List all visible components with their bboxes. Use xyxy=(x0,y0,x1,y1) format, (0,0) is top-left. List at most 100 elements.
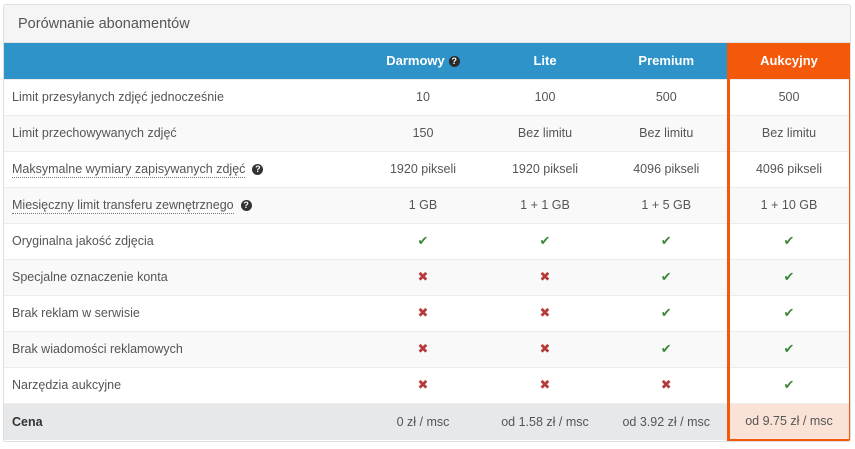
comparison-table: Darmowy? Lite Premium Aukcyjny Limit prz… xyxy=(4,43,850,441)
plan-value-cell: ✔ xyxy=(484,222,606,259)
plan-value-cell: ✔ xyxy=(726,366,850,403)
feature-label-cell: Oryginalna jakość zdjęcia xyxy=(4,222,362,259)
plan-value-cell: ✖ xyxy=(362,330,484,367)
check-icon: ✔ xyxy=(783,233,795,248)
plan-value-cell: 1 GB xyxy=(362,186,484,223)
feature-label[interactable]: Miesięczny limit transferu zewnętrznego xyxy=(12,198,234,214)
plan-value-cell: 1920 pikseli xyxy=(362,150,484,187)
plan-value-cell: Bez limitu xyxy=(606,114,728,151)
check-icon: ✔ xyxy=(660,233,672,248)
plan-value-cell: 10 xyxy=(362,78,484,115)
table-row: Oryginalna jakość zdjęcia ✔ ✔ ✔ ✔ xyxy=(4,222,850,259)
plan-value-cell: ✔ xyxy=(606,258,728,295)
feature-label: Brak reklam w serwisie xyxy=(12,306,140,320)
table-row: Limit przechowywanych zdjęć 150 Bez limitu… xyxy=(4,114,850,151)
plan-value: 10 xyxy=(416,90,430,104)
plan-value-cell: Bez limitu xyxy=(726,114,850,151)
feature-label-cell: Maksymalne wymiary zapisywanych zdjęć? xyxy=(4,150,362,187)
question-circle-icon[interactable]: ? xyxy=(240,200,252,211)
plan-header-aukcyjny: Aukcyjny xyxy=(726,43,850,79)
plan-value: 1 GB xyxy=(408,198,438,212)
plan-value-cell: 500 xyxy=(606,78,728,115)
plan-value-cell: ✔ xyxy=(606,222,728,259)
plan-value-cell: 4096 pikseli xyxy=(726,150,850,187)
plan-value: 1 + 10 GB xyxy=(760,198,818,212)
plan-value-cell: 100 xyxy=(484,78,606,115)
plan-header-darmowy: Darmowy? xyxy=(362,43,484,79)
feature-label: Limit przesyłanych zdjęć jednocześnie xyxy=(12,90,224,104)
plan-value-cell: ✖ xyxy=(484,330,606,367)
cross-icon: ✖ xyxy=(539,341,551,356)
check-icon: ✔ xyxy=(783,269,795,284)
plan-value-cell: 1920 pikseli xyxy=(484,150,606,187)
feature-label: Oryginalna jakość zdjęcia xyxy=(12,234,154,248)
plan-value-cell: ✔ xyxy=(362,222,484,259)
feature-label: Specjalne oznaczenie konta xyxy=(12,270,168,284)
plan-name: Darmowy xyxy=(386,53,445,69)
plan-value-cell: ✖ xyxy=(362,294,484,331)
plan-value-cell: ✔ xyxy=(726,222,850,259)
plan-value-cell: 1 + 10 GB xyxy=(726,186,850,223)
plan-name: Premium xyxy=(638,53,695,69)
question-circle-icon[interactable]: ? xyxy=(252,164,264,175)
plan-value-cell: ✔ xyxy=(606,294,728,331)
plan-value: 1 + 1 GB xyxy=(520,198,570,212)
check-icon: ✔ xyxy=(539,233,551,248)
feature-label[interactable]: Maksymalne wymiary zapisywanych zdjęć xyxy=(12,162,246,178)
cross-icon: ✖ xyxy=(660,377,672,392)
plan-value: 4096 pikseli xyxy=(755,162,822,176)
feature-label-cell: Brak reklam w serwisie xyxy=(4,294,362,331)
plan-header-lite: Lite xyxy=(484,43,606,79)
plan-name: Lite xyxy=(533,53,557,69)
table-row: Narzędzia aukcyjne ✖ ✖ ✖ ✔ xyxy=(4,366,850,403)
feature-label-cell: Limit przesyłanych zdjęć jednocześnie xyxy=(4,78,362,115)
plan-price: od 9.75 zł / msc xyxy=(726,402,850,441)
feature-column-header xyxy=(4,43,362,79)
plan-price: od 3.92 zł / msc xyxy=(606,402,728,440)
plan-value-cell: ✖ xyxy=(484,294,606,331)
plan-name: Aukcyjny xyxy=(760,53,818,69)
check-icon: ✔ xyxy=(660,305,672,320)
plan-header-premium: Premium xyxy=(606,43,728,79)
feature-label-cell: Brak wiadomości reklamowych xyxy=(4,330,362,367)
check-icon: ✔ xyxy=(417,233,429,248)
cross-icon: ✖ xyxy=(539,377,551,392)
plan-value-cell: 4096 pikseli xyxy=(606,150,728,187)
check-icon: ✔ xyxy=(783,377,795,392)
plan-value-cell: 150 xyxy=(362,114,484,151)
cross-icon: ✖ xyxy=(417,341,429,356)
plan-value-cell: ✖ xyxy=(362,366,484,403)
check-icon: ✔ xyxy=(660,341,672,356)
table-row: Brak reklam w serwisie ✖ ✖ ✔ ✔ xyxy=(4,294,850,331)
plan-value: 1 + 5 GB xyxy=(641,198,692,212)
cross-icon: ✖ xyxy=(417,305,429,320)
table-row: Specjalne oznaczenie konta ✖ ✖ ✔ ✔ xyxy=(4,258,850,295)
price-label: Cena xyxy=(4,402,362,440)
check-icon: ✔ xyxy=(783,305,795,320)
table-row: Brak wiadomości reklamowych ✖ ✖ ✔ ✔ xyxy=(4,330,850,367)
feature-label: Brak wiadomości reklamowych xyxy=(12,342,183,356)
question-circle-icon[interactable]: ? xyxy=(448,56,460,68)
cross-icon: ✖ xyxy=(539,305,551,320)
check-icon: ✔ xyxy=(783,341,795,356)
plan-value-cell: ✔ xyxy=(726,258,850,295)
plan-value-cell: 1 + 1 GB xyxy=(484,186,606,223)
table-header-row: Darmowy? Lite Premium Aukcyjny xyxy=(4,43,850,79)
plan-value-cell: Bez limitu xyxy=(484,114,606,151)
check-icon: ✔ xyxy=(660,269,672,284)
plan-value: 1920 pikseli xyxy=(511,162,578,176)
plan-value-cell: ✖ xyxy=(484,258,606,295)
feature-label-cell: Limit przechowywanych zdjęć xyxy=(4,114,362,151)
feature-label-cell: Miesięczny limit transferu zewnętrznego? xyxy=(4,186,362,223)
cross-icon: ✖ xyxy=(417,269,429,284)
plan-value-cell: ✔ xyxy=(606,330,728,367)
panel-title: Porównanie abonamentów xyxy=(4,5,850,43)
plan-value-cell: ✖ xyxy=(362,258,484,295)
table-row: Miesięczny limit transferu zewnętrznego?… xyxy=(4,186,850,223)
plan-value-cell: ✖ xyxy=(484,366,606,403)
plan-value: 500 xyxy=(778,90,800,104)
plan-value-cell: ✔ xyxy=(726,330,850,367)
plan-value: 150 xyxy=(412,126,434,140)
feature-label: Narzędzia aukcyjne xyxy=(12,378,122,392)
plan-value: Bez limitu xyxy=(639,126,694,140)
